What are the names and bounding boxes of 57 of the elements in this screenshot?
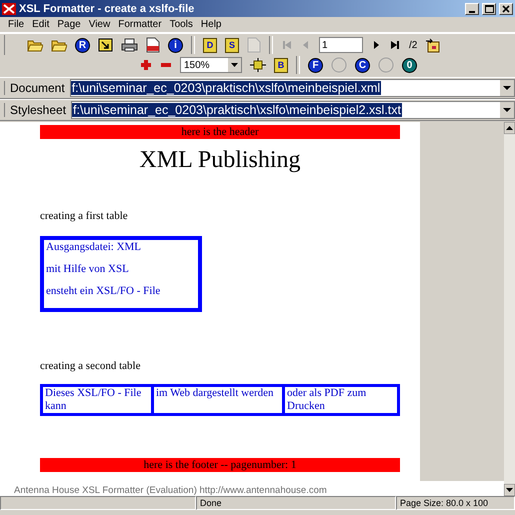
circle-button[interactable]: 0 [402,58,417,72]
window-title: XSL Formatter - create a xslfo-file [19,2,196,14]
minimize-icon [469,10,475,12]
page-button[interactable]: B [274,58,288,72]
circle-button[interactable]: F [308,58,323,72]
section-heading: creating a first table [40,210,129,224]
zoom-dropdown[interactable]: 150% [180,57,242,73]
field-label: Stylesheet [4,103,70,117]
menu-item[interactable]: Page [53,19,85,30]
open-folder-icon[interactable] [51,38,67,52]
circle-button[interactable]: R [75,38,90,52]
table-cell: Dieses XSL/FO - File kann [43,387,151,413]
page-count: /2 [409,40,418,50]
page-size-status: Page Size: 80.0 x 100 [396,496,515,510]
printer-icon[interactable] [121,38,138,52]
scroll-up-icon[interactable] [504,122,515,134]
caret-icon [228,58,241,72]
page-button[interactable]: D [203,38,217,52]
menu-item[interactable]: View [84,19,114,30]
page-heading: XML Publishing [138,147,302,174]
status-message: Done [196,496,396,510]
menu-item[interactable]: Edit [28,19,54,30]
zoom-in-icon[interactable] [140,59,152,71]
last-page-icon[interactable] [389,39,401,51]
table-cell: im Web dargestellt werden [154,387,282,413]
close-button[interactable] [499,2,513,14]
next-page-icon[interactable] [371,39,381,51]
maximize-icon [484,4,494,12]
pdf-icon[interactable] [146,37,160,53]
path-dropdown[interactable]: f:\uni\seminar_ec_0203\praktisch\xslfo\meinbeispiel2.xsl.txt [71,101,515,119]
table-text: ensteht ein XSL/FO - File [46,285,160,297]
fit-page-icon[interactable] [250,58,266,72]
open-folder-icon[interactable] [27,38,43,52]
page-number-field[interactable]: 1 [319,37,363,53]
path-dropdown[interactable]: f:\uni\seminar_ec_0203\praktisch\xslfo\meinbeispiel.xml [70,79,515,97]
page-header: here is the header [40,125,400,139]
evaluation-note: Antenna House XSL Formatter (Evaluation) http://www.antennahouse.com [13,484,328,496]
menu-item[interactable]: File [4,19,28,30]
menu-item[interactable]: Help [196,19,226,30]
table-text: mit Hilfe von XSL [46,263,129,275]
circle-button[interactable]: i [168,38,183,52]
page-button[interactable]: S [225,38,239,52]
minimize-button[interactable] [465,2,479,14]
close-icon [502,4,510,12]
menu-item[interactable]: Formatter [114,19,166,30]
vertical-scrollbar[interactable] [504,122,515,496]
field-label: Document [4,81,68,95]
circle-button[interactable]: C [355,58,370,72]
app-icon [2,2,16,14]
scroll-down-icon[interactable] [504,484,515,496]
export-icon[interactable] [425,38,442,52]
page-footer: here is the footer -- pagenumber: 1 [40,458,400,472]
menu-item[interactable]: Tools [166,19,197,30]
maximize-button[interactable] [482,2,496,14]
table-cell: oder als PDF zum Drucken [285,387,397,413]
section-heading: creating a second table [40,360,142,374]
table-text: Ausgangsdatei: XML [46,241,142,253]
